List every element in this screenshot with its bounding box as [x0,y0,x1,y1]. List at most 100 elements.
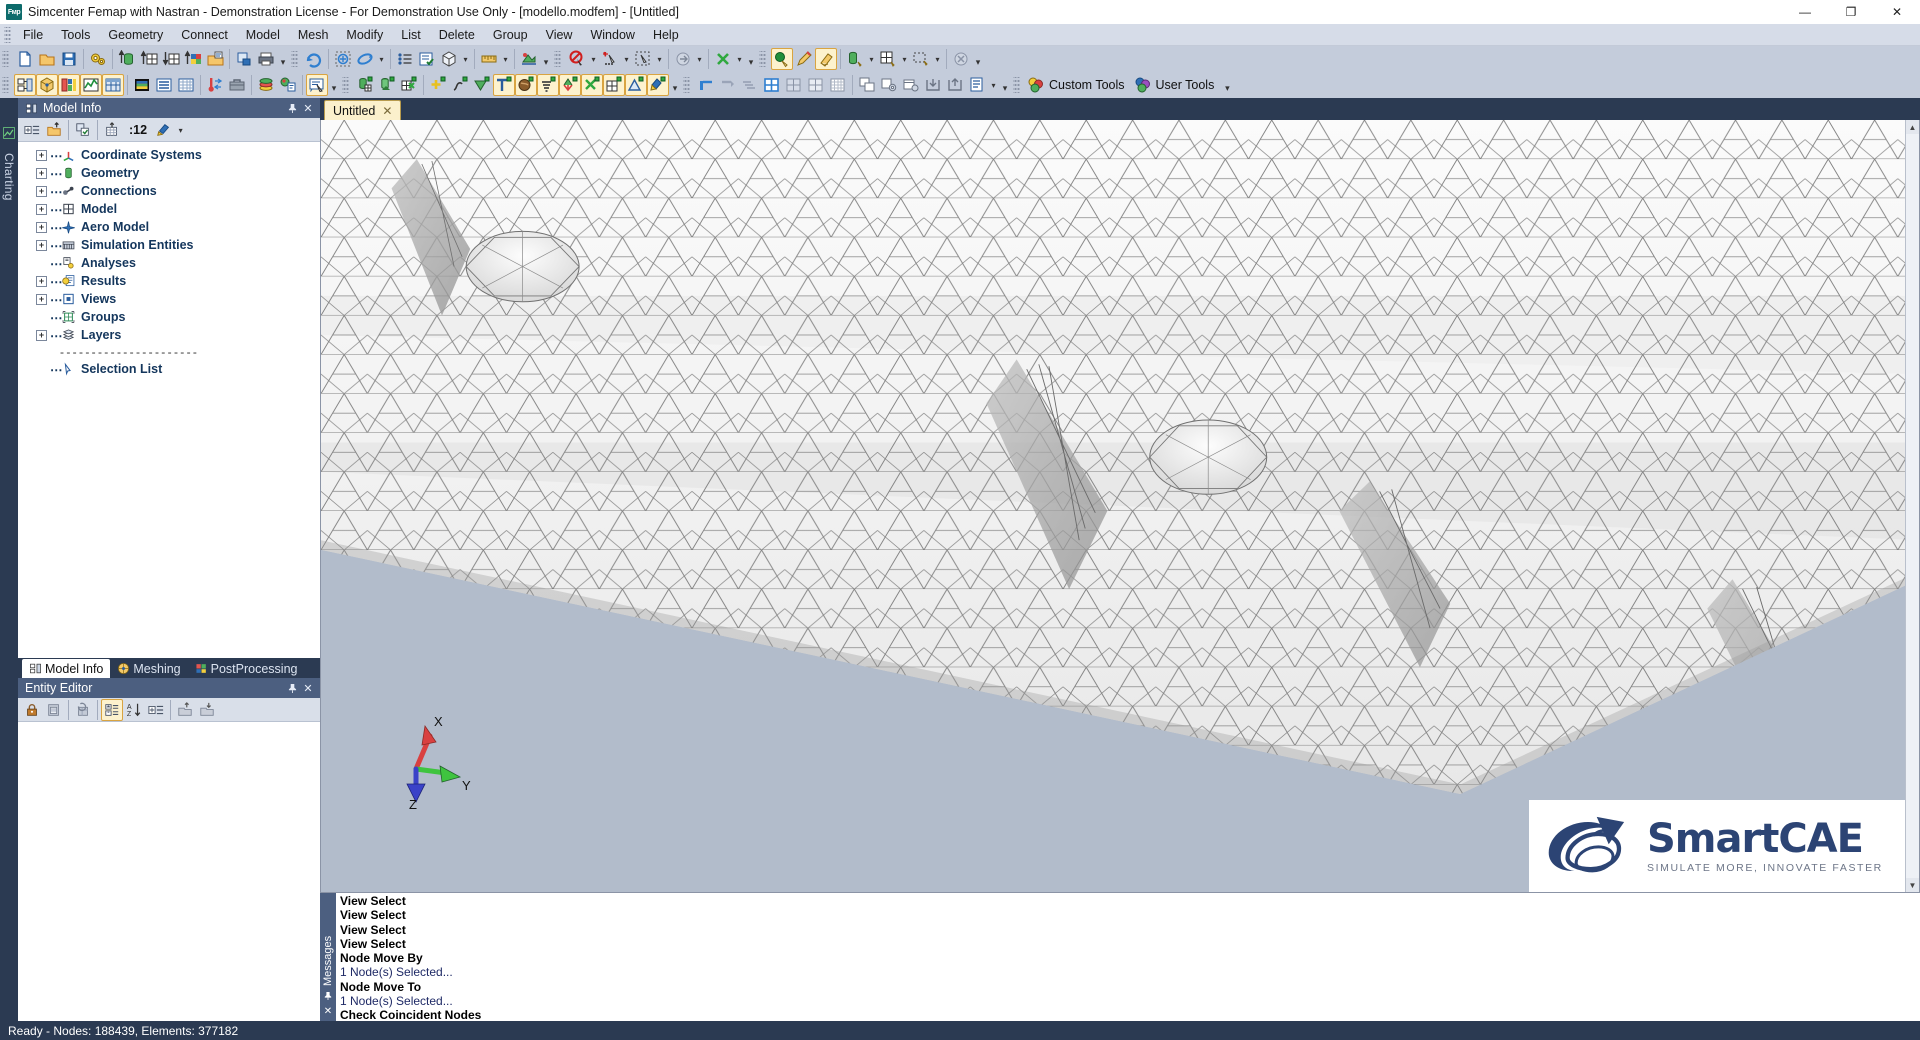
toolbar-overflow-6[interactable]: ▾ [669,74,681,96]
charting-vertical-tab[interactable]: Charting [1,147,17,207]
save-icon[interactable] [58,48,80,70]
custom-tools-label[interactable]: Custom Tools [1047,78,1132,92]
menu-tools[interactable]: Tools [52,26,99,44]
paste-icon[interactable] [43,699,65,721]
postprocessing-pane-icon[interactable] [58,74,80,96]
entity-editor-pin-button[interactable] [284,680,300,696]
menu-file[interactable]: File [14,26,52,44]
pane-left-icon[interactable] [695,74,717,96]
import-geometry-icon[interactable] [116,48,138,70]
open-recent-icon[interactable] [204,48,226,70]
messages-close-button[interactable]: ✕ [324,1005,332,1021]
toolbar-grip-icon-4[interactable] [759,51,766,67]
toolbar-grip-icon-3[interactable] [554,51,561,67]
expand-all-icon[interactable] [21,119,43,141]
toolbar-overflow-8[interactable]: ▾ [1221,74,1233,96]
messages-pin-button[interactable] [324,990,332,1005]
expander-icon[interactable]: + [36,329,47,341]
free-rotate-icon[interactable] [354,48,376,70]
show-points-icon[interactable] [771,48,793,70]
layers-pane-icon[interactable] [255,74,277,96]
expander-icon[interactable]: + [36,275,47,287]
window-load-icon[interactable] [944,74,966,96]
sort-alpha-icon[interactable]: AZ [123,699,145,721]
view-options-icon[interactable] [416,48,438,70]
toolbar-overflow-2[interactable]: ▾ [540,48,552,70]
menu-group[interactable]: Group [484,26,537,44]
tree-item-coordinate-systems[interactable]: + ⋯ Coordinate Systems [18,146,320,164]
select-toggle-dropdown[interactable]: ▾ [694,48,705,70]
select-none-dropdown[interactable]: ▾ [588,48,599,70]
meshing-pane-icon[interactable] [36,74,58,96]
property-create-icon[interactable] [537,74,559,96]
toolbar-grip-icon-8[interactable] [1013,77,1020,93]
tree-item-groups[interactable]: ⋯ Groups [18,308,320,326]
pane-right-icon[interactable] [717,74,739,96]
messages-list[interactable]: View Select View Select View Select View… [336,893,1920,1021]
constraint-create-icon[interactable] [581,74,603,96]
material-create-icon[interactable] [515,74,537,96]
tree-item-aero-model[interactable]: + ⋯ Aero Model [18,218,320,236]
entity-editor-close-button[interactable]: ✕ [300,680,316,696]
group-properties-icon[interactable] [101,698,123,721]
menu-grip-icon[interactable] [4,26,11,43]
preferences-gears-icon[interactable] [87,48,109,70]
window-list-dropdown[interactable]: ▾ [988,74,999,96]
spreadsheet-pane-icon[interactable] [175,74,197,96]
tree-item-layers[interactable]: + ⋯ Layers [18,326,320,344]
data-table-pane-icon[interactable] [102,74,124,96]
open-model-icon[interactable] [43,119,65,141]
toolbar-grip-icon-2[interactable] [291,51,298,67]
model-info-pane-icon[interactable] [14,74,36,96]
menu-help[interactable]: Help [644,26,688,44]
window-settings-icon[interactable] [878,74,900,96]
load-create-icon[interactable] [559,74,581,96]
model-info-tree[interactable]: + ⋯ Coordinate Systems + ⋯ Geometry + ⋯ Con… [18,142,320,658]
tree-item-selection-list[interactable]: ⋯ Selection List [18,360,320,378]
region-display-icon[interactable] [910,48,932,70]
toolbar-grip-icon[interactable] [2,51,9,67]
menu-geometry[interactable]: Geometry [99,26,172,44]
lock-icon[interactable] [21,699,43,721]
open-file-icon[interactable] [36,48,58,70]
expander-icon[interactable]: + [36,203,47,215]
scroll-down-button[interactable]: ▼ [1906,878,1919,892]
mesh-between-icon[interactable] [398,74,420,96]
list-pane-icon[interactable] [153,74,175,96]
toolbar-overflow-5[interactable]: ▾ [328,74,340,96]
import-mesh-icon[interactable] [138,48,160,70]
load-properties-icon[interactable] [174,699,196,721]
solid-display-dropdown[interactable]: ▾ [866,48,877,70]
menu-view[interactable]: View [537,26,582,44]
tab-postprocessing[interactable]: PostProcessing [188,659,305,678]
tree-item-analyses[interactable]: ⋯ Analyses [18,254,320,272]
measure-icon[interactable] [478,48,500,70]
toolbar-grip-icon-6[interactable] [342,77,349,93]
expander-icon[interactable]: + [36,221,47,233]
tree-item-views[interactable]: + ⋯ Views [18,290,320,308]
clear-selection-dropdown[interactable]: ▾ [734,48,745,70]
tab-meshing[interactable]: Meshing [110,659,187,678]
view-orientation-icon[interactable] [438,48,460,70]
tree-item-model[interactable]: + ⋯ Model [18,200,320,218]
window-tile-v-icon[interactable] [805,74,827,96]
select-add-dropdown[interactable]: ▾ [621,48,632,70]
toolbox-icon[interactable] [226,74,248,96]
contact-create-icon[interactable] [625,74,647,96]
tree-item-geometry[interactable]: + ⋯ Geometry [18,164,320,182]
toolbar-grip-icon-7[interactable] [683,77,690,93]
mesh-volume-icon[interactable] [376,74,398,96]
select-add-icon[interactable] [599,48,621,70]
window-tile-icon[interactable] [761,74,783,96]
expander-icon[interactable]: + [36,149,47,161]
mesh-solid-icon[interactable] [354,74,376,96]
menu-window[interactable]: Window [581,26,643,44]
document-tab-untitled[interactable]: Untitled ✕ [324,100,402,120]
charting-strip-icon[interactable] [2,126,16,143]
toolbar-overflow-7[interactable]: ▾ [999,74,1011,96]
thermal-icon[interactable] [204,74,226,96]
solid-display-icon[interactable] [844,48,866,70]
render-style-icon[interactable] [518,48,540,70]
tree-item-simulation-entities[interactable]: + ⋯ Simulation Entities [18,236,320,254]
surface-create-icon[interactable] [471,74,493,96]
